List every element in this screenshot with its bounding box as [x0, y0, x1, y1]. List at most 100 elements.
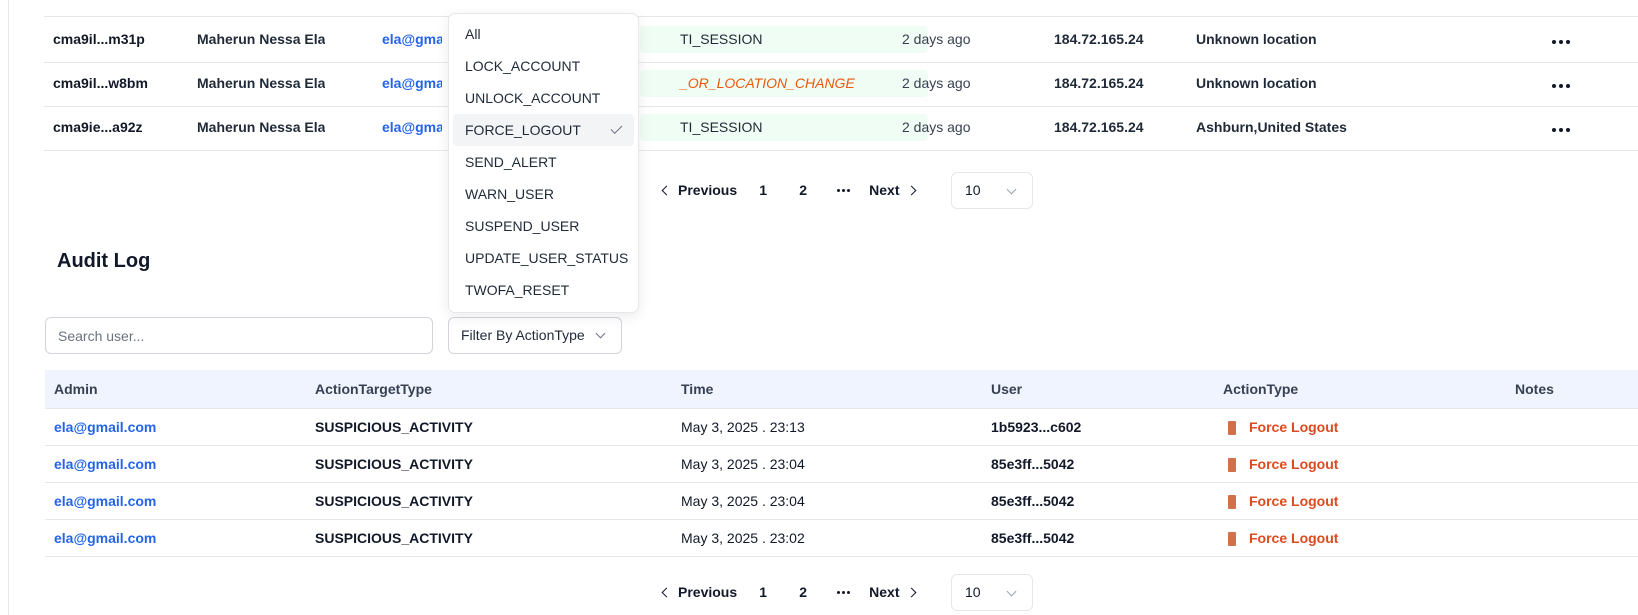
- previous-label: Previous: [678, 584, 738, 600]
- page-size-select[interactable]: 10: [951, 574, 1033, 611]
- next-label: Next: [869, 182, 900, 198]
- logout-icon: [1228, 420, 1236, 435]
- dropdown-option-unlock-account[interactable]: UNLOCK_ACCOUNT: [453, 82, 634, 114]
- chevron-right-icon: [906, 185, 916, 195]
- action-target-type: SUSPICIOUS_ACTIVITY: [315, 530, 473, 546]
- admin-email-link[interactable]: ela@gmail.com: [54, 446, 156, 483]
- chevron-down-icon: [1006, 184, 1017, 195]
- column-header-time[interactable]: Time: [681, 370, 713, 409]
- page-1-button[interactable]: 1: [743, 574, 783, 610]
- filter-actiontype-select[interactable]: Filter By ActionType: [448, 317, 622, 354]
- action-type: Force Logout: [1228, 483, 1338, 520]
- user-id: 85e3ff...5042: [991, 530, 1075, 546]
- previous-label: Previous: [678, 182, 738, 198]
- action-type-label: Force Logout: [1249, 493, 1339, 509]
- check-icon: [610, 121, 623, 135]
- table-row: ela@gmail.com SUSPICIOUS_ACTIVITY May 3,…: [45, 409, 1638, 446]
- admin-email-link[interactable]: ela@gmail.com: [54, 409, 156, 446]
- timestamp: May 3, 2025 . 23:13: [681, 419, 805, 435]
- page-left-border: [8, 0, 9, 615]
- page-1-button[interactable]: 1: [743, 172, 783, 208]
- user-id: 1b5923...c602: [991, 419, 1082, 435]
- chevron-left-icon: [661, 185, 672, 195]
- page-size-value: 10: [965, 182, 981, 198]
- user-id: 85e3ff...5042: [991, 493, 1075, 509]
- audit-pagination: Previous 1 2 Next: [657, 574, 921, 610]
- sessions-pagination: Previous 1 2 Next: [657, 172, 921, 208]
- action-target-type: SUSPICIOUS_ACTIVITY: [315, 419, 473, 435]
- next-page-button[interactable]: Next: [863, 172, 920, 208]
- logout-icon: [1228, 457, 1236, 472]
- section-title: Audit Log: [57, 250, 151, 272]
- next-label: Next: [869, 584, 900, 600]
- table-row: cma9il...w8bm Maherun Nessa Ela ela@gmai…: [44, 61, 1638, 107]
- action-badge: TI_SESSION: [640, 26, 928, 53]
- session-id: cma9il...w8bm: [53, 75, 148, 91]
- table-row: ela@gmail.com SUSPICIOUS_ACTIVITY May 3,…: [45, 483, 1638, 520]
- user-id: 85e3ff...5042: [991, 456, 1075, 472]
- admin-email-link[interactable]: ela@gmail.com: [54, 520, 156, 557]
- timestamp: May 3, 2025 . 23:04: [681, 493, 805, 509]
- user-name: Maherun Nessa Ela: [197, 75, 326, 91]
- dropdown-option-lock-account[interactable]: LOCK_ACCOUNT: [453, 50, 634, 82]
- action-type: Force Logout: [1228, 520, 1338, 557]
- table-row: ela@gmail.com SUSPICIOUS_ACTIVITY May 3,…: [45, 446, 1638, 483]
- dropdown-option-all[interactable]: All: [453, 18, 634, 50]
- admin-email-link[interactable]: ela@gmail.com: [54, 483, 156, 520]
- column-header-notes[interactable]: Notes: [1515, 370, 1554, 409]
- dropdown-option-force-logout[interactable]: FORCE_LOGOUT: [453, 114, 634, 146]
- column-header-action-target-type[interactable]: ActionTargetType: [315, 370, 432, 409]
- session-id: cma9ie...a92z: [53, 119, 143, 135]
- previous-page-button[interactable]: Previous: [657, 574, 743, 610]
- more-horizontal-icon[interactable]: [1551, 17, 1571, 62]
- ellipsis-icon: [823, 574, 863, 610]
- user-name: Maherun Nessa Ela: [197, 31, 326, 47]
- dropdown-option-suspend-user[interactable]: SUSPEND_USER: [453, 210, 634, 242]
- dropdown-option-send-alert[interactable]: SEND_ALERT: [453, 146, 634, 178]
- user-email-link[interactable]: ela@gmai: [382, 61, 442, 106]
- column-header-action-type[interactable]: ActionType: [1223, 370, 1298, 409]
- user-name: Maherun Nessa Ela: [197, 119, 326, 135]
- chevron-down-icon: [595, 328, 606, 339]
- logout-icon: [1228, 531, 1236, 546]
- logout-icon: [1228, 494, 1236, 509]
- action-badge: _OR_LOCATION_CHANGE: [640, 70, 928, 97]
- location: Unknown location: [1196, 75, 1317, 91]
- table-row: ela@gmail.com SUSPICIOUS_ACTIVITY May 3,…: [45, 520, 1638, 557]
- user-email-link[interactable]: ela@gmai: [382, 17, 442, 62]
- location: Ashburn,United States: [1196, 119, 1347, 135]
- ip-address: 184.72.165.24: [1054, 119, 1144, 135]
- action-type-label: Force Logout: [1249, 419, 1339, 435]
- action-type: Force Logout: [1228, 446, 1338, 483]
- action-badge: TI_SESSION: [640, 114, 928, 141]
- dropdown-option-update-user-status[interactable]: UPDATE_USER_STATUS: [453, 242, 634, 274]
- chevron-left-icon: [661, 587, 672, 597]
- dropdown-option-label: FORCE_LOGOUT: [465, 122, 581, 138]
- chevron-down-icon: [1006, 586, 1017, 597]
- action-target-type: SUSPICIOUS_ACTIVITY: [315, 493, 473, 509]
- dropdown-option-warn-user[interactable]: WARN_USER: [453, 178, 634, 210]
- dropdown-option-twofa-reset[interactable]: TWOFA_RESET: [453, 274, 634, 306]
- page-size-value: 10: [965, 584, 981, 600]
- table-row: cma9il...m31p Maherun Nessa Ela ela@gmai…: [44, 17, 1638, 63]
- filter-label: Filter By ActionType: [461, 327, 585, 343]
- table-header: Admin ActionTargetType Time User ActionT…: [45, 370, 1638, 409]
- location: Unknown location: [1196, 31, 1317, 47]
- session-id: cma9il...m31p: [53, 31, 145, 47]
- column-header-admin[interactable]: Admin: [54, 370, 98, 409]
- column-header-user[interactable]: User: [991, 370, 1022, 409]
- page-2-button[interactable]: 2: [783, 172, 823, 208]
- search-user-input[interactable]: [45, 317, 433, 354]
- more-horizontal-icon[interactable]: [1551, 61, 1571, 106]
- relative-time: 2 days ago: [902, 75, 971, 91]
- page-size-select[interactable]: 10: [951, 172, 1033, 209]
- page-2-button[interactable]: 2: [783, 574, 823, 610]
- previous-page-button[interactable]: Previous: [657, 172, 743, 208]
- user-email-link[interactable]: ela@gmai: [382, 105, 442, 150]
- more-horizontal-icon[interactable]: [1551, 105, 1571, 150]
- relative-time: 2 days ago: [902, 31, 971, 47]
- action-type-label: Force Logout: [1249, 456, 1339, 472]
- action-type: Force Logout: [1228, 409, 1338, 446]
- actiontype-dropdown-menu: All LOCK_ACCOUNT UNLOCK_ACCOUNT FORCE_LO…: [448, 13, 639, 313]
- next-page-button[interactable]: Next: [863, 574, 920, 610]
